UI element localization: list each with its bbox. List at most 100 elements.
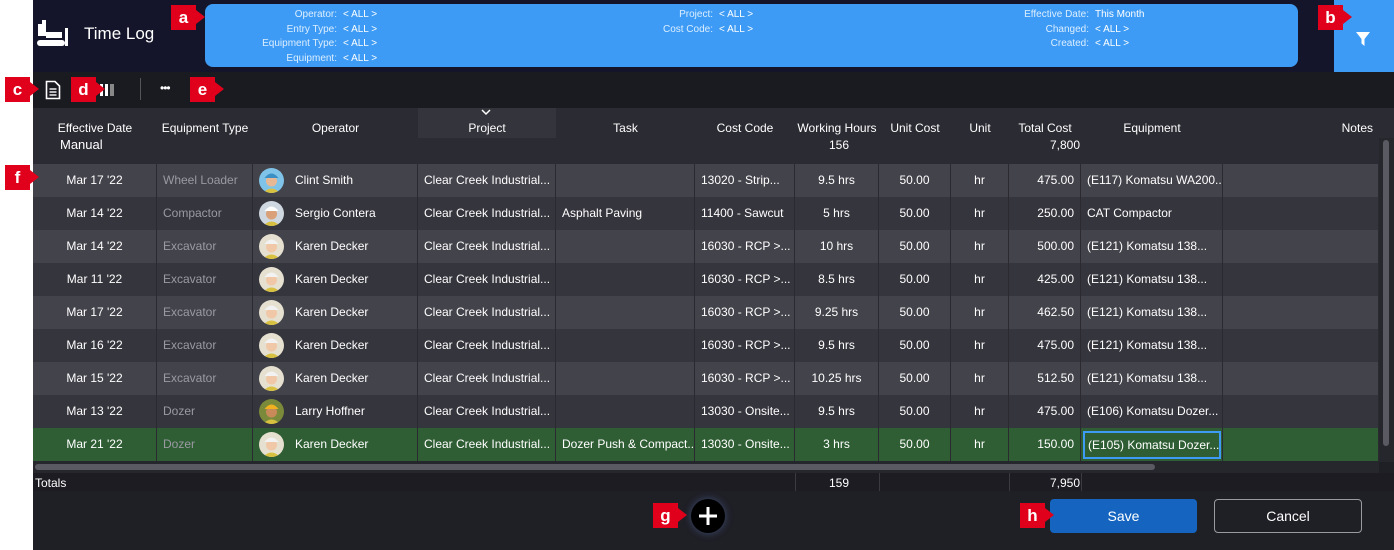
cell-unit-cost[interactable]: 50.00: [879, 230, 951, 263]
cell-operator[interactable]: Karen Decker: [253, 230, 418, 263]
cell-total[interactable]: 475.00: [1009, 329, 1081, 362]
cell-operator[interactable]: Sergio Contera: [253, 197, 418, 230]
cell-equipment[interactable]: (E117) Komatsu WA200...: [1081, 164, 1223, 197]
cell-date[interactable]: Mar 14 '22: [33, 197, 157, 230]
cell-total[interactable]: 500.00: [1009, 230, 1081, 263]
cell-cost-code[interactable]: 16030 - RCP >...: [695, 362, 795, 395]
cell-equip-type[interactable]: Excavator: [157, 362, 253, 395]
cell-unit[interactable]: hr: [951, 362, 1009, 395]
cell-project[interactable]: Clear Creek Industrial...: [418, 329, 556, 362]
cell-task[interactable]: [556, 263, 695, 296]
cell-hours[interactable]: 10 hrs: [795, 230, 879, 263]
column-header-equipment[interactable]: Equipment: [1081, 108, 1223, 138]
cell-unit-cost[interactable]: 50.00: [879, 263, 951, 296]
cell-notes[interactable]: [1223, 428, 1379, 461]
cell-hours[interactable]: 9.5 hrs: [795, 395, 879, 428]
cell-unit-cost[interactable]: 50.00: [879, 296, 951, 329]
cell-notes[interactable]: [1223, 329, 1379, 362]
cell-notes[interactable]: [1223, 230, 1379, 263]
cell-operator[interactable]: Karen Decker: [253, 263, 418, 296]
column-header-working-hours[interactable]: Working Hours: [795, 108, 879, 138]
cell-cost-code[interactable]: 11400 - Sawcut: [695, 197, 795, 230]
cell-total[interactable]: 475.00: [1009, 395, 1081, 428]
table-row[interactable]: Mar 17 '22 Excavator Karen Decker Clear Cre…: [33, 296, 1379, 329]
document-icon[interactable]: [45, 80, 61, 100]
cell-unit[interactable]: hr: [951, 395, 1009, 428]
cell-operator[interactable]: Larry Hoffner: [253, 395, 418, 428]
cell-equipment[interactable]: CAT Compactor: [1081, 197, 1223, 230]
equipment-editor[interactable]: (E105) Komatsu Dozer...: [1083, 431, 1221, 459]
cell-total[interactable]: 475.00: [1009, 164, 1081, 197]
cell-unit[interactable]: hr: [951, 296, 1009, 329]
cell-unit[interactable]: hr: [951, 428, 1009, 461]
cell-date[interactable]: Mar 16 '22: [33, 329, 157, 362]
cell-hours[interactable]: 3 hrs: [795, 428, 879, 461]
cell-total[interactable]: 250.00: [1009, 197, 1081, 230]
cell-equip-type[interactable]: Excavator: [157, 329, 253, 362]
cell-equipment[interactable]: (E121) Komatsu 138...: [1081, 362, 1223, 395]
cell-equip-type[interactable]: Wheel Loader: [157, 164, 253, 197]
cell-equipment[interactable]: (E121) Komatsu 138...: [1081, 263, 1223, 296]
cell-task[interactable]: [556, 362, 695, 395]
table-row[interactable]: Mar 17 '22 Wheel Loader Clint Smith Clear C…: [33, 164, 1379, 197]
cell-equip-type[interactable]: Excavator: [157, 263, 253, 296]
cell-total[interactable]: 462.50: [1009, 296, 1081, 329]
cell-hours[interactable]: 9.5 hrs: [795, 329, 879, 362]
cell-cost-code[interactable]: 16030 - RCP >...: [695, 296, 795, 329]
column-header-project[interactable]: Project: [418, 108, 556, 138]
cell-equipment[interactable]: (E106) Komatsu Dozer...: [1081, 395, 1223, 428]
column-header-equipment-type[interactable]: Equipment Type: [157, 108, 253, 138]
cell-date[interactable]: Mar 14 '22: [33, 230, 157, 263]
cell-hours[interactable]: 10.25 hrs: [795, 362, 879, 395]
cell-hours[interactable]: 5 hrs: [795, 197, 879, 230]
cell-total[interactable]: 512.50: [1009, 362, 1081, 395]
cell-cost-code[interactable]: 13030 - Onsite...: [695, 428, 795, 461]
cell-project[interactable]: Clear Creek Industrial...: [418, 296, 556, 329]
cell-equipment[interactable]: (E121) Komatsu 138...: [1081, 230, 1223, 263]
add-entry-button[interactable]: [691, 499, 725, 533]
cell-unit[interactable]: hr: [951, 197, 1009, 230]
cell-equipment[interactable]: (E121) Komatsu 138...: [1081, 329, 1223, 362]
horizontal-scroll-thumb[interactable]: [35, 464, 1155, 470]
table-row-selected[interactable]: Mar 21 '22 Dozer Karen Decker Clear Creek I…: [33, 428, 1379, 461]
column-header-effective-date[interactable]: Effective Date: [33, 108, 157, 138]
cell-unit-cost[interactable]: 50.00: [879, 362, 951, 395]
column-header-unit-cost[interactable]: Unit Cost: [879, 108, 951, 138]
table-row[interactable]: Mar 16 '22 Excavator Karen Decker Clear Cre…: [33, 329, 1379, 362]
cell-project[interactable]: Clear Creek Industrial...: [418, 164, 556, 197]
cell-task[interactable]: [556, 164, 695, 197]
vertical-scrollbar[interactable]: [1379, 138, 1394, 462]
cell-cost-code[interactable]: 13020 - Strip...: [695, 164, 795, 197]
cell-total[interactable]: 425.00: [1009, 263, 1081, 296]
cell-unit-cost[interactable]: 50.00: [879, 395, 951, 428]
cell-date[interactable]: Mar 13 '22: [33, 395, 157, 428]
cell-project[interactable]: Clear Creek Industrial...: [418, 263, 556, 296]
cell-unit[interactable]: hr: [951, 164, 1009, 197]
cell-project[interactable]: Clear Creek Industrial...: [418, 362, 556, 395]
cell-cost-code[interactable]: 16030 - RCP >...: [695, 329, 795, 362]
cell-unit-cost[interactable]: 50.00: [879, 329, 951, 362]
cell-task[interactable]: [556, 230, 695, 263]
cell-date[interactable]: Mar 15 '22: [33, 362, 157, 395]
cell-equip-type[interactable]: Dozer: [157, 428, 253, 461]
cell-operator[interactable]: Karen Decker: [253, 362, 418, 395]
cell-notes[interactable]: [1223, 263, 1379, 296]
table-row[interactable]: Mar 14 '22 Compactor Sergio Contera Clear C…: [33, 197, 1379, 230]
column-header-operator[interactable]: Operator: [253, 108, 418, 138]
cell-task[interactable]: [556, 329, 695, 362]
cell-cost-code[interactable]: 16030 - RCP >...: [695, 263, 795, 296]
cell-task[interactable]: [556, 395, 695, 428]
cell-equip-type[interactable]: Excavator: [157, 230, 253, 263]
cell-date[interactable]: Mar 17 '22: [33, 164, 157, 197]
cell-equipment[interactable]: (E105) Komatsu Dozer...: [1081, 428, 1223, 461]
cell-hours[interactable]: 9.25 hrs: [795, 296, 879, 329]
cell-equip-type[interactable]: Compactor: [157, 197, 253, 230]
cell-unit-cost[interactable]: 50.00: [879, 428, 951, 461]
cell-equipment[interactable]: (E121) Komatsu 138...: [1081, 296, 1223, 329]
column-header-unit[interactable]: Unit: [951, 108, 1009, 138]
cell-total[interactable]: 150.00: [1009, 428, 1081, 461]
cell-task[interactable]: Dozer Push & Compact...: [556, 428, 695, 461]
save-button[interactable]: Save: [1050, 499, 1197, 533]
cell-task[interactable]: Asphalt Paving: [556, 197, 695, 230]
cell-notes[interactable]: [1223, 164, 1379, 197]
